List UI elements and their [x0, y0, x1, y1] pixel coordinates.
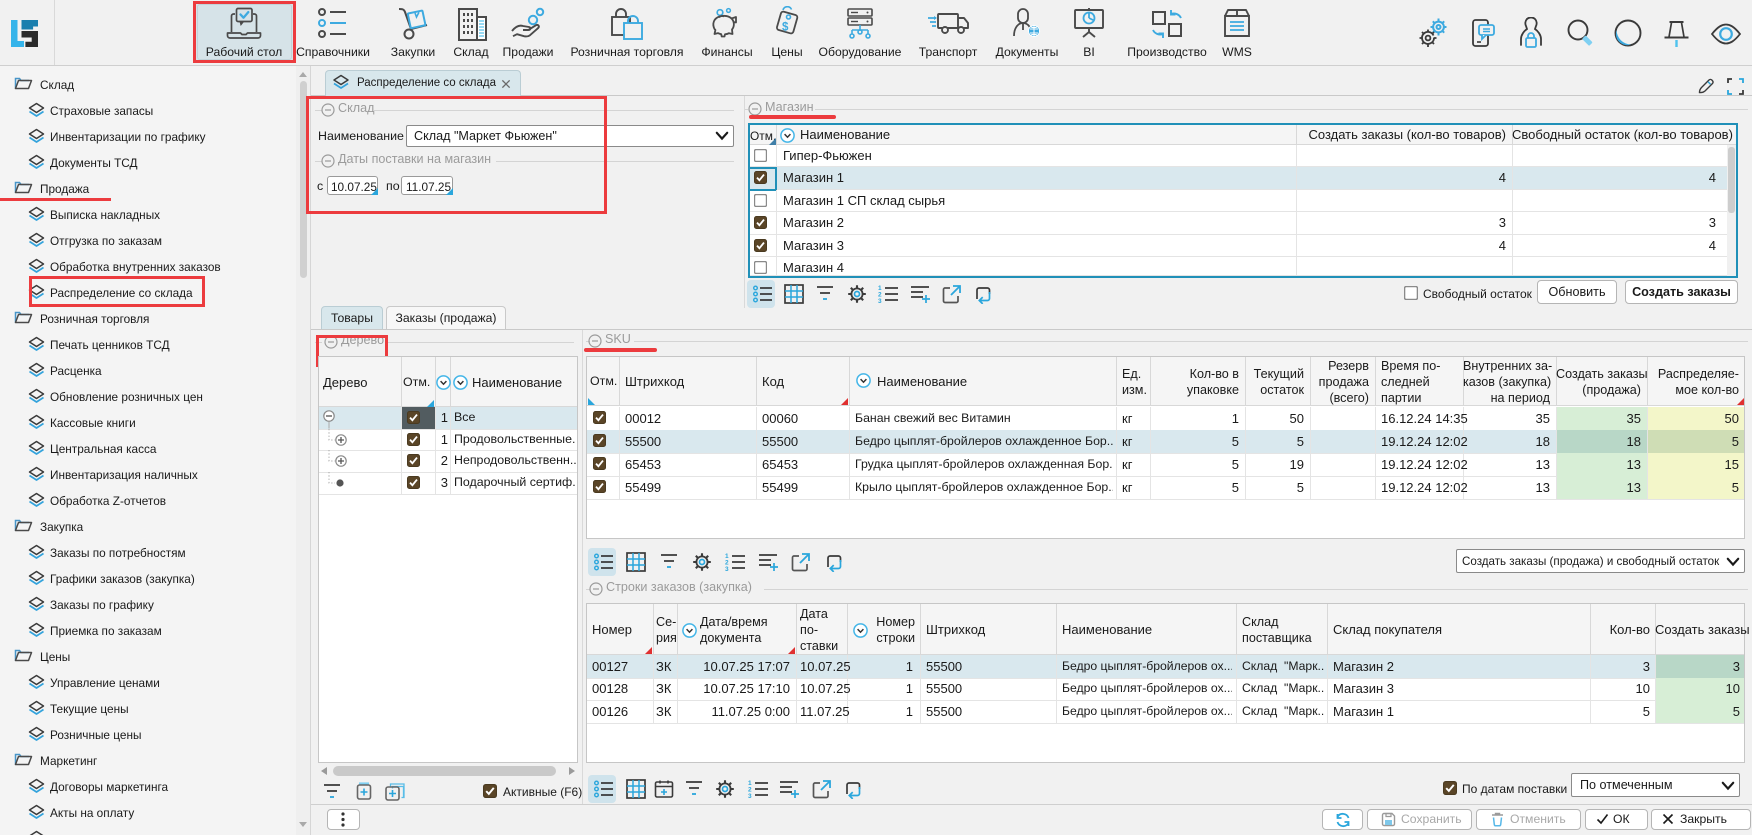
svg-text:3: 3 [878, 298, 882, 304]
svg-text:3: 3 [725, 566, 729, 572]
svg-text:3: 3 [748, 793, 752, 799]
svg-text:$: $ [782, 22, 789, 34]
